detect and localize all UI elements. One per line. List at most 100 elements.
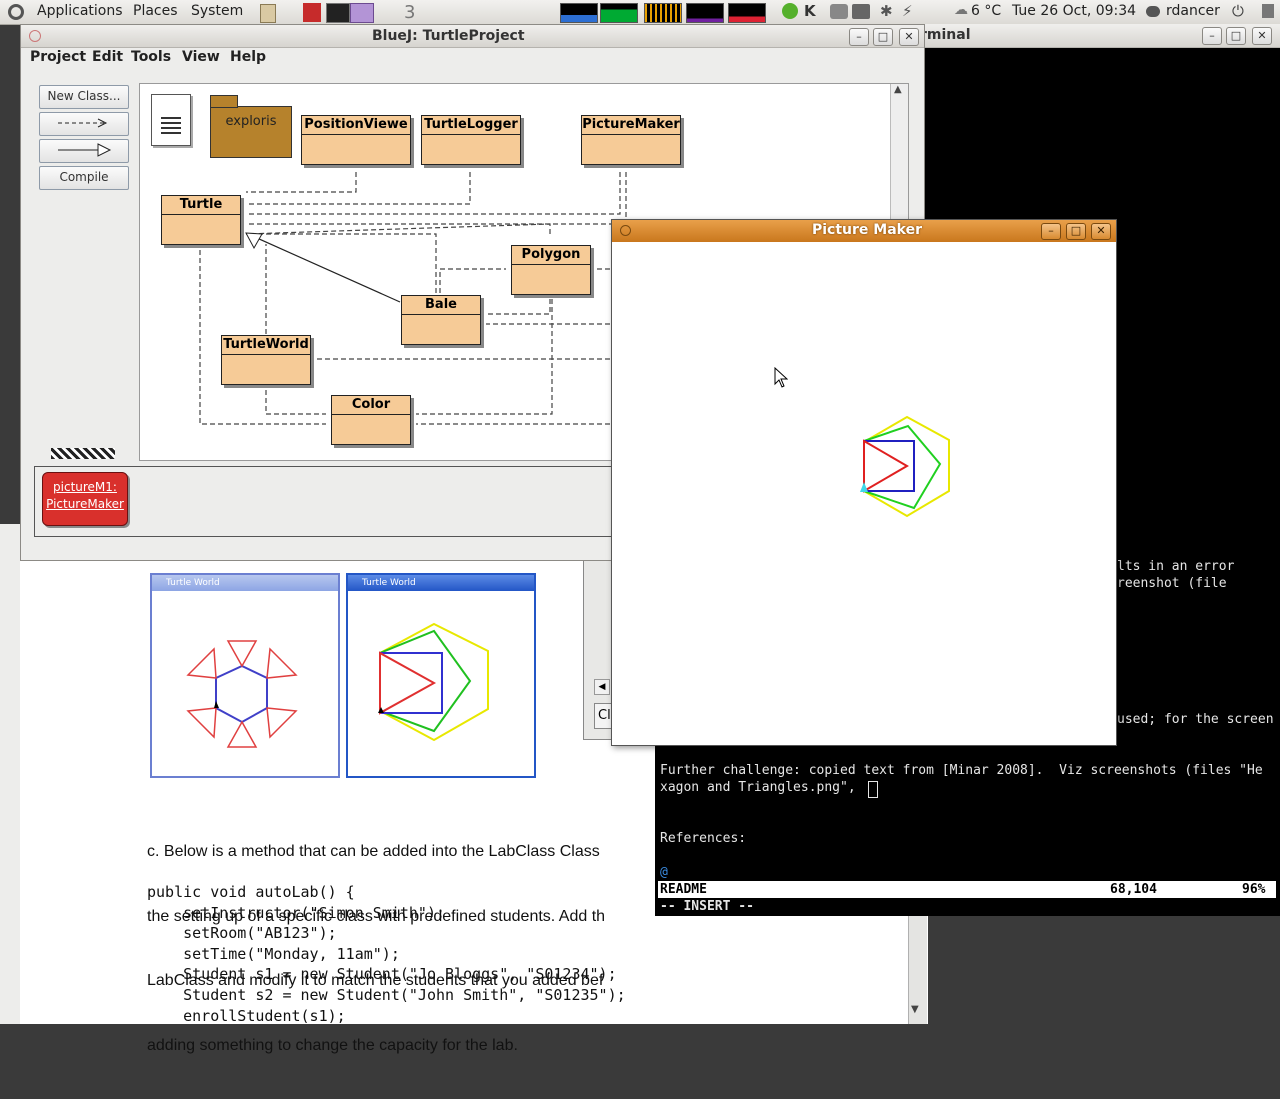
class-picturemaker[interactable]: PictureMaker — [581, 115, 681, 165]
window-menu-icon[interactable] — [620, 225, 631, 236]
minimize-icon[interactable]: – — [1041, 223, 1061, 240]
menu-help[interactable]: Help — [230, 49, 266, 65]
mouse-pointer-icon — [774, 367, 788, 388]
picture-maker-titlebar: Picture Maker – □ ✕ — [612, 220, 1116, 242]
load-monitor-icon — [728, 3, 766, 23]
object-picturem1[interactable]: pictureM1: PictureMaker — [42, 472, 128, 526]
menu-applications[interactable]: Applications — [37, 3, 123, 19]
picture-maker-title: Picture Maker — [811, 222, 922, 238]
terminal-launcher-icon[interactable] — [326, 3, 350, 23]
menu-project[interactable]: Project — [30, 49, 86, 65]
vim-status-line: README 68,104 96% — [658, 881, 1276, 898]
uses-arrow-button[interactable] — [39, 112, 129, 136]
new-class-button[interactable]: New Class... — [39, 85, 129, 109]
terminal-line: @ — [660, 865, 668, 880]
user-menu[interactable]: rdancer — [1166, 3, 1220, 19]
terminal-title: rminal — [920, 27, 971, 43]
terminal-line: xagon and Triangles.png", — [660, 780, 864, 795]
inheritance-arrow-button[interactable] — [39, 139, 129, 163]
code-line: public void autoLab() { — [147, 883, 355, 901]
network-3-icon: 3 — [404, 2, 416, 23]
bluej-titlebar: BlueJ: TurtleProject – □ ✕ — [21, 25, 924, 48]
java-launcher-icon[interactable] — [350, 3, 374, 23]
maximize-icon[interactable]: □ — [1226, 27, 1246, 45]
menu-view[interactable]: View — [182, 49, 220, 65]
terminal-line: lts in an error — [1117, 559, 1235, 574]
status-percent: 96% — [1242, 882, 1266, 897]
pdf-launcher-icon[interactable] — [303, 3, 321, 22]
scroll-down-arrow-icon[interactable]: ▼ — [911, 1004, 919, 1015]
text-editor-launcher-icon[interactable] — [260, 4, 276, 23]
picture-maker-window: Picture Maker – □ ✕ — [611, 219, 1117, 746]
cpu-monitor-icon — [560, 3, 598, 23]
maximize-icon[interactable]: □ — [1066, 223, 1086, 240]
status-filename: README — [660, 882, 707, 897]
k-app-icon[interactable]: K — [804, 2, 816, 20]
class-turtleworld[interactable]: TurtleWorld — [221, 335, 311, 385]
menu-places[interactable]: Places — [133, 3, 178, 19]
class-name: Color — [332, 396, 410, 415]
class-name: Polygon — [512, 246, 590, 265]
terminal-line: Further challenge: copied text from [Min… — [660, 763, 1263, 778]
class-bale[interactable]: Bale — [401, 295, 481, 345]
pentagon-square-triangle-drawing — [378, 622, 489, 742]
compile-button[interactable]: Compile — [39, 166, 129, 190]
close-icon[interactable]: ✕ — [1252, 27, 1272, 45]
class-polygon[interactable]: Polygon — [511, 245, 591, 295]
code-line: Student s2 = new Student("John Smith", "… — [147, 985, 626, 1004]
status-position: 68,104 — [1110, 882, 1157, 897]
class-turtlelogger[interactable]: TurtleLogger — [421, 115, 521, 165]
scroll-left-arrow-icon[interactable]: ◀ — [594, 679, 610, 695]
top-panel: Applications Places System 3 K ✱ ⚡ ☁ 6 °… — [0, 0, 1280, 25]
terminal-line: reenshot (file — [1117, 576, 1227, 591]
document-left-margin — [0, 524, 20, 1024]
paragraph-line: c. Below is a method that can be added i… — [147, 843, 600, 860]
scroll-up-arrow-icon[interactable]: ▲ — [894, 84, 902, 95]
paragraph-line: adding something to change the capacity … — [147, 1036, 518, 1054]
turtle-world-title-2: Turtle World — [348, 575, 534, 591]
window-menu-icon[interactable] — [29, 30, 41, 42]
turtle-world-title: Turtle World — [152, 575, 338, 591]
terminal-line: used; for the screen — [1117, 712, 1274, 727]
class-name: Turtle — [162, 196, 240, 215]
menu-system[interactable]: System — [191, 3, 243, 19]
code-line: enrollStudent(s1); — [147, 1006, 346, 1025]
display-icon[interactable] — [852, 4, 870, 19]
class-turtle[interactable]: Turtle — [161, 195, 241, 245]
code-line: setRoom("AB123"); — [147, 924, 337, 943]
swap-monitor-icon — [686, 3, 724, 23]
class-positionviewe[interactable]: PositionViewe — [301, 115, 411, 165]
memory-monitor-icon — [600, 3, 638, 23]
class-color[interactable]: Color — [331, 395, 411, 445]
bluetooth-icon[interactable]: ✱ — [880, 2, 893, 20]
maximize-icon[interactable]: □ — [873, 28, 893, 46]
update-check-icon[interactable] — [782, 3, 798, 19]
code-line: setInstructor("Simon Smith"); — [147, 903, 446, 922]
class-name: TurtleWorld — [222, 336, 310, 355]
weather-temperature[interactable]: 6 °C — [971, 3, 1001, 19]
bluej-title: BlueJ: TurtleProject — [372, 28, 525, 44]
hexagon-triangles-drawing — [186, 640, 298, 748]
close-icon[interactable]: ✕ — [899, 28, 919, 46]
object-type: PictureMaker — [46, 497, 124, 511]
turtle-drawing — [860, 415, 950, 518]
network-manager-icon[interactable] — [830, 4, 848, 19]
ubuntu-logo-icon[interactable] — [8, 4, 24, 20]
menu-tools[interactable]: Tools — [131, 49, 171, 65]
vim-mode-line: -- INSERT -- — [660, 899, 754, 914]
menu-edit[interactable]: Edit — [92, 49, 123, 65]
chat-bubble-icon — [1146, 6, 1160, 17]
power-plug-icon[interactable]: ⚡ — [902, 2, 913, 20]
code-line: setTime("Monday, 11am"); — [147, 944, 400, 963]
dashed-arrow-icon — [58, 118, 108, 128]
weather-cloud-icon: ☁ — [954, 2, 968, 18]
clock[interactable]: Tue 26 Oct, 09:34 — [1012, 3, 1136, 19]
class-name: PositionViewe — [302, 116, 410, 135]
object-name: pictureM1: — [53, 480, 117, 494]
minimize-icon[interactable]: – — [849, 28, 869, 46]
minimize-icon[interactable]: – — [1202, 27, 1222, 45]
close-icon[interactable]: ✕ — [1091, 223, 1111, 240]
power-icon[interactable]: ⏻ — [1232, 2, 1244, 20]
code-line: Student s1 = new Student("Jo Bloggs", "S… — [147, 965, 617, 984]
class-name: TurtleLogger — [422, 116, 520, 135]
